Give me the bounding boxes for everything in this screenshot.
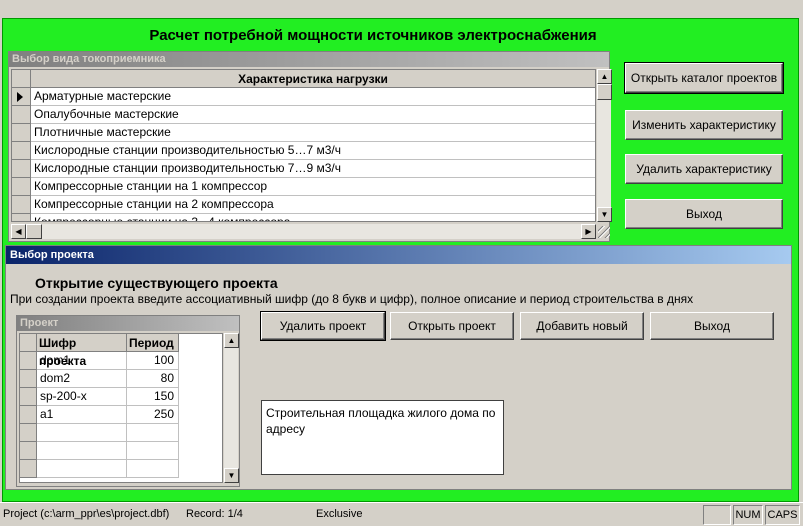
- project-period-cell[interactable]: 80: [127, 370, 179, 388]
- empty-cell[interactable]: [37, 442, 127, 460]
- row-selector[interactable]: [20, 370, 37, 388]
- project-code-cell[interactable]: dom2: [37, 370, 127, 388]
- scroll-right-icon[interactable]: ▶: [581, 224, 596, 239]
- row-selector[interactable]: [20, 460, 37, 478]
- status-num: NUM: [733, 505, 763, 525]
- status-pane-empty: [703, 505, 731, 525]
- table-row[interactable]: a1 250: [20, 406, 179, 424]
- table-row[interactable]: Арматурные мастерские: [12, 88, 595, 106]
- scroll-down-icon[interactable]: ▼: [224, 468, 239, 483]
- status-bar: Project (c:\arm_ppr\es\project.dbf) Reco…: [0, 502, 803, 526]
- table-cell[interactable]: Кислородные станции производительностью …: [31, 142, 595, 160]
- vertical-scrollbar[interactable]: ▲ ▼: [596, 69, 612, 222]
- resize-grip-icon[interactable]: [598, 226, 610, 238]
- row-selector[interactable]: [12, 124, 31, 142]
- grid-header: Шифр проекта Период: [20, 334, 179, 368]
- row-selector[interactable]: [20, 424, 37, 442]
- project-grid-caption: Проект: [17, 316, 239, 331]
- row-selector[interactable]: [20, 388, 37, 406]
- row-selector[interactable]: [12, 178, 31, 196]
- empty-cell[interactable]: [127, 442, 179, 460]
- current-row-pointer-icon: [17, 92, 23, 102]
- row-selector[interactable]: [20, 442, 37, 460]
- column-header-load[interactable]: Характеристика нагрузки: [31, 70, 595, 88]
- table-row[interactable]: dom1 100: [20, 352, 179, 370]
- table-row[interactable]: Компрессорные станции на 1 компрессор: [12, 178, 595, 196]
- empty-cell[interactable]: [127, 460, 179, 478]
- row-selector[interactable]: [12, 160, 31, 178]
- row-selector-header: [12, 70, 31, 88]
- open-project-button[interactable]: Открыть проект: [390, 312, 514, 340]
- project-period-cell[interactable]: 100: [127, 352, 179, 370]
- table-row[interactable]: Опалубочные мастерские: [12, 106, 595, 124]
- exit-button[interactable]: Выход: [625, 199, 783, 229]
- status-caps: CAPS: [765, 505, 800, 525]
- delete-characteristic-button[interactable]: Удалить характеристику: [625, 154, 783, 184]
- row-selector[interactable]: [20, 406, 37, 424]
- project-code-cell[interactable]: a1: [37, 406, 127, 424]
- project-heading: Открытие существующего проекта: [35, 275, 278, 291]
- table-cell[interactable]: Компрессорные станции на 3...4 компрессо…: [31, 214, 595, 221]
- scroll-left-icon[interactable]: ◀: [11, 224, 26, 239]
- project-hint: При создании проекта введите ассоциативн…: [10, 292, 694, 306]
- delete-project-button[interactable]: Удалить проект: [260, 311, 386, 341]
- scroll-up-icon[interactable]: ▲: [597, 69, 612, 84]
- table-row[interactable]: Компрессорные станции на 3...4 компрессо…: [12, 214, 595, 221]
- table-row[interactable]: [20, 442, 179, 460]
- project-period-cell[interactable]: 150: [127, 388, 179, 406]
- row-selector[interactable]: [12, 214, 31, 221]
- scroll-down-icon[interactable]: ▼: [597, 207, 612, 222]
- row-selector-header: [20, 334, 37, 352]
- row-selector[interactable]: [12, 142, 31, 160]
- consumer-type-panel: Выбор вида токоприемника Характеристика …: [8, 51, 612, 242]
- consumer-panel-caption: Выбор вида токоприемника: [9, 52, 609, 67]
- empty-cell[interactable]: [37, 460, 127, 478]
- column-header-code[interactable]: Шифр проекта: [37, 334, 127, 368]
- table-cell[interactable]: Компрессорные станции на 2 компрессора: [31, 196, 595, 214]
- project-grid-window: Проект Шифр проекта Период dom1 100 dom2 8…: [16, 315, 240, 487]
- table-row[interactable]: sp-200-x 150: [20, 388, 179, 406]
- column-header-period[interactable]: Период: [127, 334, 179, 352]
- empty-cell[interactable]: [37, 424, 127, 442]
- table-row[interactable]: Плотничные мастерские: [12, 124, 595, 142]
- empty-cell[interactable]: [127, 424, 179, 442]
- project-description-field[interactable]: Строительная площадка жилого дома по адр…: [261, 400, 504, 475]
- grid-header: Характеристика нагрузки: [12, 70, 595, 88]
- status-mode: Exclusive: [316, 508, 363, 520]
- project-grid[interactable]: Шифр проекта Период dom1 100 dom2 80 sp-20…: [19, 333, 223, 483]
- row-selector[interactable]: [12, 196, 31, 214]
- add-project-button[interactable]: Добавить новый: [520, 312, 644, 340]
- status-path: Project (c:\arm_ppr\es\project.dbf): [3, 508, 170, 520]
- edit-characteristic-button[interactable]: Изменить характеристику: [625, 110, 783, 140]
- horizontal-scrollbar[interactable]: ◀ ▶: [11, 224, 596, 239]
- load-characteristics-grid[interactable]: Характеристика нагрузки Арматурные масте…: [11, 69, 596, 222]
- row-selector[interactable]: [12, 88, 31, 106]
- exit-project-button[interactable]: Выход: [650, 312, 774, 340]
- project-selection-panel: Выбор проекта Открытие существующего про…: [5, 245, 792, 490]
- table-cell[interactable]: Кислородные станции производительностью …: [31, 160, 595, 178]
- table-row[interactable]: Кислородные станции производительностью …: [12, 142, 595, 160]
- project-code-cell[interactable]: dom1: [37, 352, 127, 370]
- scroll-up-icon[interactable]: ▲: [224, 333, 239, 348]
- open-catalog-button[interactable]: Открыть каталог проектов: [624, 62, 784, 94]
- row-selector[interactable]: [12, 106, 31, 124]
- table-row[interactable]: [20, 460, 179, 478]
- table-row[interactable]: Компрессорные станции на 2 компрессора: [12, 196, 595, 214]
- table-row[interactable]: Кислородные станции производительностью …: [12, 160, 595, 178]
- status-record: Record: 1/4: [186, 508, 243, 520]
- table-cell[interactable]: Арматурные мастерские: [31, 88, 595, 106]
- scroll-thumb[interactable]: [597, 84, 612, 100]
- form-title: Расчет потребной мощности источников эле…: [149, 27, 597, 44]
- row-selector[interactable]: [20, 352, 37, 370]
- project-period-cell[interactable]: 250: [127, 406, 179, 424]
- table-cell[interactable]: Компрессорные станции на 1 компрессор: [31, 178, 595, 196]
- table-cell[interactable]: Плотничные мастерские: [31, 124, 595, 142]
- table-cell[interactable]: Опалубочные мастерские: [31, 106, 595, 124]
- project-panel-caption: Выбор проекта: [6, 246, 791, 264]
- scroll-thumb[interactable]: [26, 224, 42, 239]
- table-row[interactable]: [20, 424, 179, 442]
- vertical-scrollbar[interactable]: ▲ ▼: [223, 333, 239, 483]
- table-row[interactable]: dom2 80: [20, 370, 179, 388]
- project-code-cell[interactable]: sp-200-x: [37, 388, 127, 406]
